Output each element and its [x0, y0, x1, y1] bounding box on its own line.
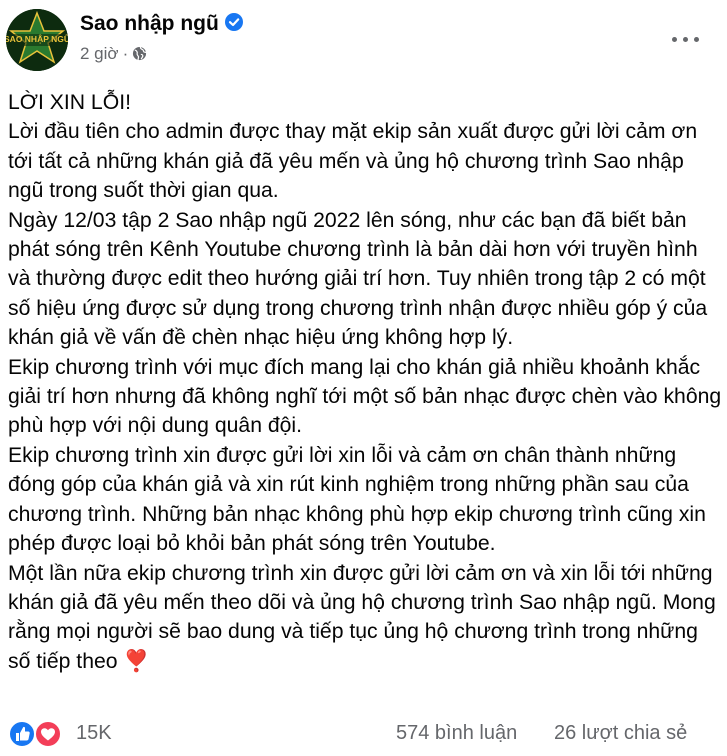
post-paragraph: Một lần nữa ekip chương trình xin được g…: [8, 561, 716, 673]
reaction-count[interactable]: 15K: [76, 722, 112, 745]
post-header: SAO NHẬP NGŨ Sao nhập ngũ 2 giờ ·: [0, 0, 727, 80]
post-paragraph: Ekip chương trình với mục đích mang lại …: [8, 355, 722, 438]
shares-count[interactable]: 26 lượt chia sẻ: [554, 722, 687, 745]
more-options-icon[interactable]: [665, 24, 705, 54]
like-reaction-icon[interactable]: [8, 720, 36, 748]
post-paragraph: Ngày 12/03 tập 2 Sao nhập ngũ 2022 lên s…: [8, 208, 708, 350]
verified-badge-icon: [224, 13, 243, 32]
page-name-text[interactable]: Sao nhập ngũ: [80, 12, 219, 35]
globe-icon[interactable]: [132, 46, 147, 61]
post-body: LỜI XIN LỖI! Lời đầu tiên cho admin được…: [8, 88, 723, 676]
love-reaction-icon[interactable]: [34, 720, 62, 748]
page-name[interactable]: Sao nhập ngũ: [80, 12, 243, 36]
meta-separator: ·: [122, 44, 129, 63]
avatar-text: SAO NHẬP NGŨ: [6, 33, 68, 44]
post-paragraph: Lời đầu tiên cho admin được thay mặt eki…: [8, 120, 698, 203]
avatar-star-logo: SAO NHẬP NGŨ: [6, 9, 68, 71]
post-timestamp[interactable]: 2 giờ: [80, 44, 119, 63]
post-paragraph: Ekip chương trình xin được gửi lời xin l…: [8, 443, 706, 556]
post-meta: 2 giờ ·: [80, 44, 147, 64]
post-footer: 15K 574 bình luận 26 lượt chia sẻ: [0, 712, 727, 756]
page-avatar[interactable]: SAO NHẬP NGŨ: [6, 9, 68, 71]
post-paragraph: LỜI XIN LỖI!: [8, 91, 131, 114]
comments-count[interactable]: 574 bình luận: [396, 722, 517, 745]
